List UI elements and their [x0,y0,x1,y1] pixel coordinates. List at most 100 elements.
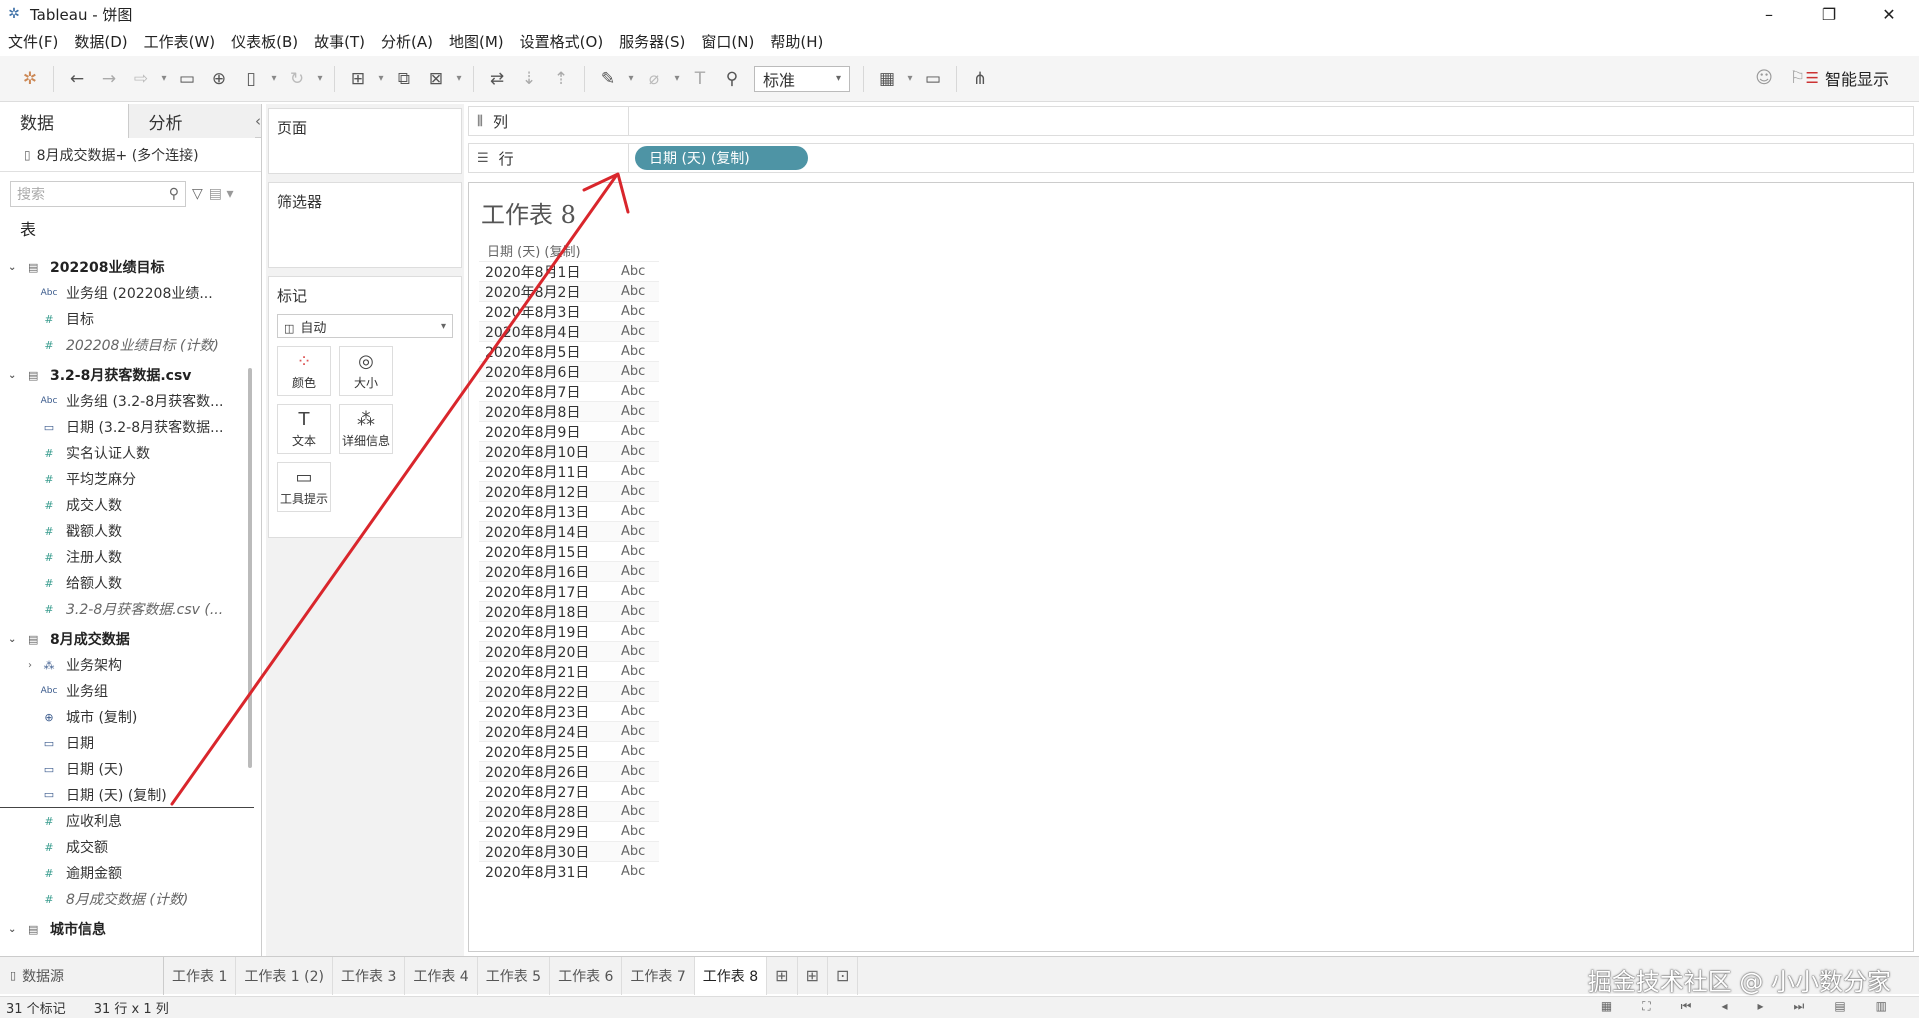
tableau-home-icon[interactable]: ✲ [14,65,46,93]
menu-dashboard[interactable]: 仪表板(B) [231,31,298,52]
row-header[interactable]: 2020年8月6日 [479,362,621,382]
field-item[interactable]: # 给额人数 [0,570,254,596]
sheet-tab[interactable]: 工作表 1 [164,956,237,995]
rows-pill[interactable]: 日期 (天) (复制) [635,146,808,170]
cell-value[interactable]: Abc [621,544,645,559]
column-header[interactable]: 日期 (天) (复制) [487,241,581,260]
new-story-icon[interactable]: ⊡ [828,956,859,995]
row-header[interactable]: 2020年8月31日 [479,862,621,882]
ask-data-icon[interactable]: ☺ [1755,68,1773,88]
field-item[interactable]: Abc 业务组 (3.2-8月获客数... [0,388,254,414]
row-header[interactable]: 2020年8月12日 [479,482,621,502]
cell-value[interactable]: Abc [621,804,645,819]
cell-value[interactable]: Abc [621,384,645,399]
cell-value[interactable]: Abc [621,404,645,419]
chevron-down-icon[interactable]: ▾ [374,65,388,93]
cell-value[interactable]: Abc [621,304,645,319]
field-item[interactable]: # 注册人数 [0,544,254,570]
tooltip-button[interactable]: ▭ 工具提示 [277,462,331,512]
row-header[interactable]: 2020年8月20日 [479,642,621,662]
sheet-tab[interactable]: 工作表 4 [405,956,478,995]
restore-icon[interactable]: ❐ [1799,0,1859,28]
menu-analysis[interactable]: 分析(A) [381,31,433,52]
table-header[interactable]: ⌄ ▤ 城市信息 [0,916,254,942]
pin-icon[interactable]: ⚐ [1790,68,1805,88]
undo-icon[interactable]: ← [61,65,93,93]
field-item[interactable]: # 成交额 [0,834,254,860]
presentation-mode-icon[interactable]: ▭ [917,65,949,93]
tab-data[interactable]: 数据 [0,104,128,138]
table-header[interactable]: ⌄ ▤ 3.2-8月获客数据.csv [0,362,254,388]
datasource-tab[interactable]: ▯ 数据源 [0,956,164,995]
row-header[interactable]: 2020年8月25日 [479,742,621,762]
row-header[interactable]: 2020年8月9日 [479,422,621,442]
sheet-tab[interactable]: 工作表 8 [694,956,768,995]
row-header[interactable]: 2020年8月14日 [479,522,621,542]
row-header[interactable]: 2020年8月28日 [479,802,621,822]
first-sheet-icon[interactable]: ⏮ [1681,999,1692,1014]
cell-value[interactable]: Abc [621,784,645,799]
prev-sheet-icon[interactable]: ◂ [1721,999,1727,1014]
field-item[interactable]: # 目标 [0,306,254,332]
sheet-tab[interactable]: 工作表 6 [550,956,623,995]
row-header[interactable]: 2020年8月18日 [479,602,621,622]
new-worksheet-icon[interactable]: ⊞ [767,956,798,995]
next-sheet-icon[interactable]: ▸ [1757,999,1763,1014]
filter-icon[interactable]: ▽ [192,186,203,202]
grid-view-icon[interactable]: ▦ [1601,999,1612,1014]
field-item[interactable]: # 戳额人数 [0,518,254,544]
cell-value[interactable]: Abc [621,764,645,779]
field-item[interactable]: ▭ 日期 (天) [0,756,254,782]
cell-value[interactable]: Abc [621,444,645,459]
menu-help[interactable]: 帮助(H) [770,31,823,52]
row-header[interactable]: 2020年8月23日 [479,702,621,722]
chevron-right-icon[interactable]: › [28,660,32,671]
cell-value[interactable]: Abc [621,744,645,759]
fullscreen-icon[interactable]: ⛶ [1642,999,1650,1014]
last-sheet-icon[interactable]: ⏭ [1794,999,1805,1014]
menu-format[interactable]: 设置格式(O) [520,31,604,52]
row-header[interactable]: 2020年8月5日 [479,342,621,362]
chevron-down-icon[interactable]: ▾ [157,65,171,93]
row-header[interactable]: 2020年8月8日 [479,402,621,422]
cell-value[interactable]: Abc [621,644,645,659]
datasource-connection[interactable]: ▯ 8月成交数据+ (多个连接) [0,138,261,172]
menu-story[interactable]: 故事(T) [314,31,365,52]
row-header[interactable]: 2020年8月24日 [479,722,621,742]
cell-value[interactable]: Abc [621,624,645,639]
filmstrip-icon[interactable]: ▥ [1876,999,1887,1014]
row-header[interactable]: 2020年8月29日 [479,822,621,842]
row-header[interactable]: 2020年8月21日 [479,662,621,682]
cell-value[interactable]: Abc [621,504,645,519]
color-button[interactable]: ⁘ 颜色 [277,346,331,396]
sheet-tab[interactable]: 工作表 3 [333,956,406,995]
new-datasource-icon[interactable]: ⊕ [203,65,235,93]
field-item[interactable]: Abc 业务组 (202208业绩... [0,280,254,306]
text-button[interactable]: T 文本 [277,404,331,454]
save-icon[interactable]: ▭ [171,65,203,93]
menu-server[interactable]: 服务器(S) [619,31,685,52]
cell-value[interactable]: Abc [621,824,645,839]
chevron-down-icon[interactable]: ⌄ [8,924,22,935]
field-item[interactable]: ▭ 日期 [0,730,254,756]
row-header[interactable]: 2020年8月7日 [479,382,621,402]
sheet-tab[interactable]: 工作表 1 (2) [236,956,333,995]
refresh-icon[interactable]: ↻ [281,65,313,93]
tab-analysis[interactable]: 分析 [127,104,255,138]
chevron-down-icon[interactable]: ▾ [903,65,917,93]
detail-button[interactable]: ⁂ 详细信息 [339,404,393,454]
chevron-down-icon[interactable]: ⌄ [8,370,22,381]
row-header[interactable]: 2020年8月4日 [479,322,621,342]
fit-select[interactable]: 标准 ▾ [754,65,850,92]
row-header[interactable]: 2020年8月10日 [479,442,621,462]
menu-data[interactable]: 数据(D) [74,31,127,52]
duplicate-sheet-icon[interactable]: ⧉ [388,65,420,93]
cell-value[interactable]: Abc [621,264,645,279]
menu-window[interactable]: 窗口(N) [701,31,754,52]
group-members-icon[interactable]: ⌀ [638,65,670,93]
row-header[interactable]: 2020年8月26日 [479,762,621,782]
row-header[interactable]: 2020年8月3日 [479,302,621,322]
row-header[interactable]: 2020年8月2日 [479,282,621,302]
menu-map[interactable]: 地图(M) [449,31,504,52]
share-icon[interactable]: ⋔ [964,65,996,93]
